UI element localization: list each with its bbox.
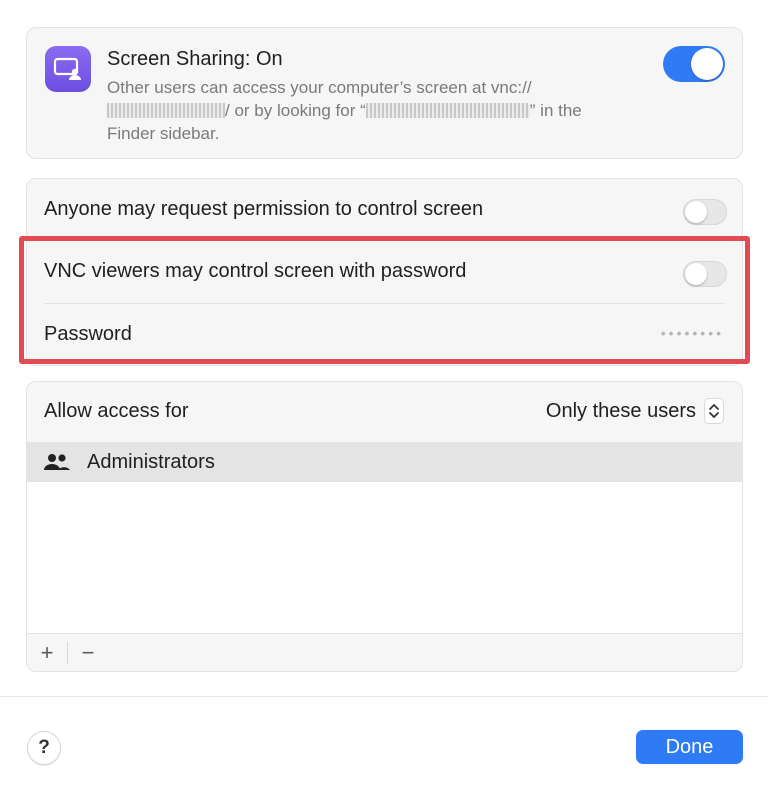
group-icon [43, 452, 71, 472]
permissions-card: Anyone may request permission to control… [26, 178, 743, 366]
anyone-request-toggle[interactable] [683, 199, 727, 225]
screen-sharing-title: Screen Sharing: On [107, 48, 283, 70]
toggle-knob [685, 201, 707, 223]
chevron-up-down-icon [704, 398, 724, 424]
description-text-4: Finder sidebar. [107, 124, 220, 143]
allow-access-selected-value: Only these users [545, 399, 696, 422]
remove-user-button[interactable]: − [68, 634, 108, 672]
description-text-2: / or by looking for “ [225, 101, 366, 120]
allow-access-label: Allow access for [44, 400, 189, 422]
add-user-button[interactable]: + [27, 634, 67, 672]
vnc-password-toggle[interactable] [683, 261, 727, 287]
anyone-request-label: Anyone may request permission to control… [44, 198, 484, 220]
vnc-password-label: VNC viewers may control screen with pass… [44, 260, 467, 282]
redacted-computer-name [365, 102, 530, 118]
screen-sharing-icon [45, 46, 91, 92]
screen-sharing-toggle[interactable] [663, 46, 725, 82]
list-footer: + − [27, 633, 742, 671]
screen-sharing-settings-dialog: Screen Sharing: On Other users can acces… [0, 0, 768, 792]
screen-sharing-status-card: Screen Sharing: On Other users can acces… [26, 27, 743, 159]
done-button[interactable]: Done [636, 730, 743, 764]
user-name: Administrators [87, 450, 215, 473]
toggle-knob [685, 263, 707, 285]
description-text-1: Other users can access your computer’s s… [107, 78, 532, 97]
list-item[interactable]: Administrators [27, 442, 742, 482]
allow-access-card: Allow access for Only these users Admini… [26, 381, 743, 672]
allow-access-select[interactable]: Only these users [546, 398, 724, 424]
screen-sharing-description: Other users can access your computer’s s… [107, 76, 637, 145]
description-text-3: ” in the [529, 101, 582, 120]
users-list-empty-area [27, 482, 742, 633]
password-label: Password [44, 323, 132, 345]
footer-divider [0, 696, 768, 697]
password-field[interactable]: •••••••• [661, 325, 724, 341]
redacted-address [107, 102, 225, 118]
row-divider [44, 303, 725, 304]
toggle-knob [691, 48, 723, 80]
help-button[interactable]: ? [27, 731, 61, 765]
